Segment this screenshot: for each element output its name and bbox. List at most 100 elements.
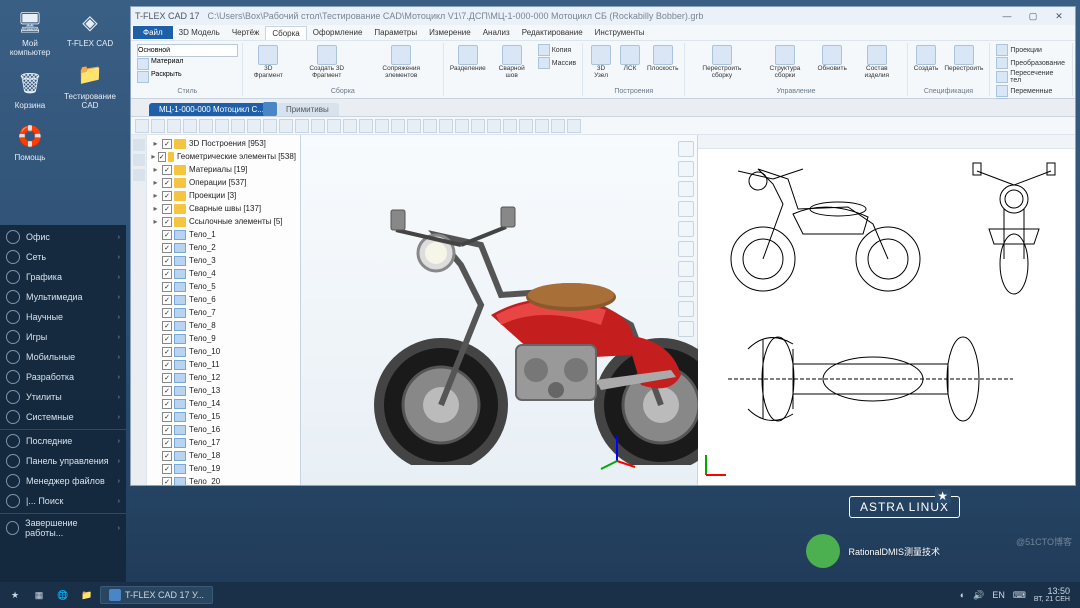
toolbar-button[interactable]	[311, 119, 325, 133]
tree-body[interactable]: ✓Тело_3	[149, 254, 298, 267]
desktop-icon[interactable]: 📁Тестирование CAD	[66, 59, 114, 111]
toolbar-button[interactable]	[263, 119, 277, 133]
toolbar-button[interactable]	[535, 119, 549, 133]
desktop-icon[interactable]: ◈T-FLEX CAD	[66, 6, 114, 49]
toolbar-button[interactable]	[167, 119, 181, 133]
tree-folder[interactable]: ▸✓Сварные швы [137]	[149, 202, 298, 215]
tree-body[interactable]: ✓Тело_7	[149, 306, 298, 319]
view-tool-icon[interactable]	[678, 281, 694, 297]
ribbon-button[interactable]: 3D Фрагмент	[247, 44, 290, 80]
tree-body[interactable]: ✓Тело_5	[149, 280, 298, 293]
tree-body[interactable]: ✓Тело_13	[149, 384, 298, 397]
toolbar-button[interactable]	[359, 119, 373, 133]
ribbon-button[interactable]: Разделение	[448, 44, 488, 74]
tree-tab-icon[interactable]	[133, 169, 145, 181]
taskbar-icon[interactable]: 🌐	[52, 584, 74, 606]
startmenu-item[interactable]: |... Поиск›	[0, 491, 126, 511]
toolbar-button[interactable]	[503, 119, 517, 133]
ribbon-button[interactable]: 3D Узел	[587, 44, 615, 80]
view-tool-icon[interactable]	[678, 261, 694, 277]
toolbar-button[interactable]	[407, 119, 421, 133]
axis-gizmo[interactable]	[597, 431, 637, 471]
toolbar-button[interactable]	[231, 119, 245, 133]
maximize-button[interactable]: ▢	[1021, 9, 1045, 23]
tree-body[interactable]: ✓Тело_9	[149, 332, 298, 345]
tree-body[interactable]: ✓Тело_20	[149, 475, 298, 485]
tree-body[interactable]: ✓Тело_14	[149, 397, 298, 410]
ribbon-button[interactable]: Состав изделия	[851, 44, 903, 80]
start-button[interactable]: ★	[4, 584, 26, 606]
menu-item[interactable]: Анализ	[477, 26, 516, 40]
toolbar-button[interactable]	[151, 119, 165, 133]
taskbar-icon[interactable]: ▦	[28, 584, 50, 606]
toolbar-button[interactable]	[519, 119, 533, 133]
tree-folder[interactable]: ▸✓Операции [537]	[149, 176, 298, 189]
toolbar-button[interactable]	[471, 119, 485, 133]
ribbon-button-small[interactable]: Переменные	[994, 85, 1068, 97]
toolbar-button[interactable]	[199, 119, 213, 133]
startmenu-item[interactable]: Офис›	[0, 227, 126, 247]
tree-body[interactable]: ✓Тело_8	[149, 319, 298, 332]
startmenu-item[interactable]: Сеть›	[0, 247, 126, 267]
menu-item[interactable]: Чертёж	[226, 26, 266, 40]
tree-folder[interactable]: ▸✓3D Построения [953]	[149, 137, 298, 150]
toolbar-button[interactable]	[375, 119, 389, 133]
ribbon-button[interactable]: Перестроить	[942, 44, 985, 74]
tree-body[interactable]: ✓Тело_2	[149, 241, 298, 254]
tree-folder[interactable]: ▸✓Ссылочные элементы [5]	[149, 215, 298, 228]
tray-icon[interactable]: ◐	[960, 590, 965, 600]
view-tool-icon[interactable]	[678, 181, 694, 197]
startmenu-item[interactable]: Системные›	[0, 407, 126, 427]
startmenu-item[interactable]: Утилиты›	[0, 387, 126, 407]
view-tool-icon[interactable]	[678, 321, 694, 337]
startmenu-item[interactable]: Разработка›	[0, 367, 126, 387]
tree-body[interactable]: ✓Тело_1	[149, 228, 298, 241]
tree-folder[interactable]: ▸✓Материалы [19]	[149, 163, 298, 176]
viewport-3d[interactable]	[301, 135, 698, 485]
menu-item[interactable]: Инструменты	[589, 26, 651, 40]
toolbar-button[interactable]	[247, 119, 261, 133]
close-button[interactable]: ✕	[1047, 9, 1071, 23]
menu-item[interactable]: Редактирование	[516, 26, 589, 40]
tree-body[interactable]: ✓Тело_17	[149, 436, 298, 449]
view-tool-icon[interactable]	[678, 241, 694, 257]
tree-folder[interactable]: ▸✓Проекции [3]	[149, 189, 298, 202]
ribbon-button-small[interactable]: Массив	[536, 57, 578, 69]
tree-body[interactable]: ✓Тело_19	[149, 462, 298, 475]
tree-body[interactable]: ✓Тело_16	[149, 423, 298, 436]
toolbar-button[interactable]	[487, 119, 501, 133]
toolbar-button[interactable]	[215, 119, 229, 133]
desktop-icon[interactable]: 🛟Помощь	[6, 120, 54, 163]
startmenu-item[interactable]: Мультимедиа›	[0, 287, 126, 307]
startmenu-item[interactable]: Игры›	[0, 327, 126, 347]
minimize-button[interactable]: —	[995, 9, 1019, 23]
view-tool-icon[interactable]	[678, 301, 694, 317]
tray-icon[interactable]: ⌨	[1013, 590, 1026, 601]
menu-item[interactable]: Оформление	[307, 26, 369, 40]
tree-body[interactable]: ✓Тело_11	[149, 358, 298, 371]
clock[interactable]: 13:50 ВТ, 21 СЕН	[1034, 587, 1070, 603]
model-tree[interactable]: ▸✓3D Построения [953]▸✓Геометрические эл…	[147, 135, 300, 485]
tree-tab-icon[interactable]	[133, 139, 145, 151]
viewport-2d[interactable]	[698, 135, 1075, 485]
tree-tab-icon[interactable]	[133, 154, 145, 166]
startmenu-item[interactable]: Завершение работы...›	[0, 513, 126, 541]
toolbar-button[interactable]	[327, 119, 341, 133]
toolbar-button[interactable]	[343, 119, 357, 133]
toolbar-button[interactable]	[551, 119, 565, 133]
tree-body[interactable]: ✓Тело_10	[149, 345, 298, 358]
toolbar-button[interactable]	[183, 119, 197, 133]
ribbon-button[interactable]: Сварной шов	[490, 44, 534, 80]
taskbar-task[interactable]: T-FLEX CAD 17 У...	[100, 586, 213, 604]
ribbon-button[interactable]: ЛСК	[617, 44, 643, 74]
desktop-icon[interactable]: 🖥Мой компьютер	[6, 6, 54, 58]
ribbon-button[interactable]: Сопряжения элементов	[364, 44, 439, 80]
menu-item[interactable]: 3D Модель	[173, 26, 226, 40]
taskbar-icon[interactable]: 📁	[76, 584, 98, 606]
startmenu-item[interactable]: Последние›	[0, 429, 126, 451]
tab-menu-icon[interactable]	[263, 102, 277, 116]
ribbon-button[interactable]: Плоскость	[645, 44, 680, 74]
toolbar-button[interactable]	[295, 119, 309, 133]
document-tab[interactable]: Примитивы	[276, 103, 339, 116]
menu-item[interactable]: Сборка	[265, 26, 306, 40]
